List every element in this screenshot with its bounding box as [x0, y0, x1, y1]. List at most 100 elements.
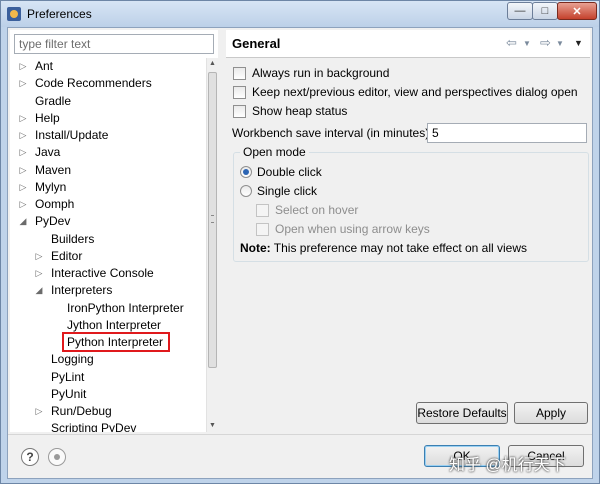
show-heap-checkbox[interactable]: [233, 105, 246, 118]
tree-scrollbar[interactable]: ▲ ▼: [206, 58, 218, 432]
tree-item-label: Install/Update: [35, 128, 109, 142]
maximize-button[interactable]: □: [532, 2, 558, 20]
window-title: Preferences: [27, 7, 92, 21]
tree-item-python-interpreter[interactable]: Python Interpreter: [10, 332, 206, 352]
tree-item-label: Logging: [51, 352, 94, 367]
collapsed-arrow-icon[interactable]: ▷: [18, 75, 28, 92]
collapsed-arrow-icon[interactable]: ▷: [18, 144, 28, 161]
scroll-down-icon[interactable]: ▼: [207, 420, 218, 432]
collapsed-arrow-icon[interactable]: ▷: [18, 196, 28, 213]
open-mode-note: Note: This preference may not take effec…: [240, 241, 527, 255]
watermark: 知乎 @机行天下: [449, 457, 566, 474]
highlight-box: [62, 332, 170, 352]
tree-item-pylint[interactable]: PyLint: [10, 369, 206, 386]
note-label: Note:: [240, 241, 271, 255]
preference-tree-pane: ▷ Ant ▷ Code Recommenders Gradle ▷ Help ▷ Instal…: [10, 30, 218, 432]
tree-item-oomph[interactable]: ▷ Oomph: [10, 196, 206, 213]
always-run-background-label: Always run in background: [252, 66, 390, 80]
tree-item-interactive-console[interactable]: ▷ Interactive Console: [10, 265, 206, 282]
collapsed-arrow-icon[interactable]: ▷: [34, 265, 44, 282]
select-on-hover-label: Select on hover: [275, 203, 359, 217]
tree-item-ant[interactable]: ▷ Ant: [10, 58, 206, 75]
close-icon: ✕: [572, 5, 582, 18]
title-bar[interactable]: Preferences — □ ✕: [1, 1, 599, 27]
preference-page: General ⇦ ▼ ⇨ ▼ ▼ Always run in backgrou…: [226, 30, 590, 432]
forward-dropdown-icon[interactable]: ▼: [556, 39, 564, 48]
tree-item-gradle[interactable]: Gradle: [10, 93, 206, 110]
save-interval-label: Workbench save interval (in minutes):: [232, 126, 433, 140]
save-interval-input[interactable]: [427, 123, 587, 143]
tree-item-label: Maven: [35, 162, 72, 177]
tree-item-interpreters[interactable]: ◢ Interpreters: [10, 282, 206, 299]
close-button[interactable]: ✕: [557, 2, 597, 20]
apply-button[interactable]: Apply: [514, 402, 588, 424]
collapsed-arrow-icon[interactable]: ▷: [18, 162, 28, 179]
tree-item-label: Interactive Console: [51, 266, 154, 280]
preferences-window: Preferences — □ ✕ ▷ Ant ▷ Code Recommenders…: [0, 0, 600, 484]
page-title: General: [232, 36, 281, 51]
note-text: This preference may not take effect on a…: [270, 241, 528, 255]
expanded-arrow-icon[interactable]: ◢: [34, 282, 44, 299]
tree-item-ironpython-interpreter[interactable]: IronPython Interpreter: [10, 300, 206, 317]
tree-item-logging[interactable]: Logging: [10, 351, 206, 368]
minimize-button[interactable]: —: [507, 2, 533, 20]
open-arrow-keys-label: Open when using arrow keys: [275, 222, 430, 236]
select-on-hover-checkbox: [256, 204, 269, 217]
tree-item-label: Ant: [35, 59, 54, 73]
collapsed-arrow-icon[interactable]: ▷: [34, 248, 44, 265]
tree-item-label: PyDev: [35, 214, 71, 229]
tree-item-builders[interactable]: Builders: [10, 231, 206, 248]
minimize-icon: —: [514, 5, 526, 17]
tree-item-code-recommenders[interactable]: ▷ Code Recommenders: [10, 75, 206, 92]
double-click-radio[interactable]: [240, 166, 252, 178]
keep-next-prev-label: Keep next/previous editor, view and pers…: [252, 85, 578, 99]
tree-item-scripting-pydev[interactable]: Scripting PyDev: [10, 420, 206, 432]
scroll-thumb[interactable]: [208, 72, 217, 368]
collapsed-arrow-icon[interactable]: ▷: [18, 127, 28, 144]
preference-tree: ▷ Ant ▷ Code Recommenders Gradle ▷ Help ▷ Instal…: [10, 58, 206, 432]
help-icon[interactable]: ?: [21, 448, 39, 466]
import-export-icon[interactable]: [48, 448, 66, 466]
tree-item-java[interactable]: ▷ Java: [10, 144, 206, 161]
tree-item-run-debug[interactable]: ▷ Run/Debug: [10, 403, 206, 420]
view-menu-icon[interactable]: ▼: [574, 38, 583, 48]
dialog-body: ▷ Ant ▷ Code Recommenders Gradle ▷ Help ▷ Instal…: [7, 27, 593, 479]
single-click-radio[interactable]: [240, 185, 252, 197]
open-mode-group: Open mode Double click Single click Sele…: [233, 145, 589, 262]
tree-item-label: PyUnit: [51, 386, 87, 401]
restore-defaults-button[interactable]: Restore Defaults: [416, 402, 508, 424]
always-run-background-checkbox[interactable]: [233, 67, 246, 80]
tree-item-mylyn[interactable]: ▷ Mylyn: [10, 179, 206, 196]
tree-item-label: Editor: [51, 248, 83, 263]
expanded-arrow-icon[interactable]: ◢: [18, 213, 28, 230]
eclipse-icon: [7, 7, 21, 21]
back-arrow-icon[interactable]: ⇦: [506, 35, 517, 51]
tree-item-label: Scripting PyDev: [51, 421, 137, 432]
tree-item-help[interactable]: ▷ Help: [10, 110, 206, 127]
filter-input[interactable]: [14, 34, 214, 54]
collapsed-arrow-icon[interactable]: ▷: [18, 179, 28, 196]
open-arrow-keys-checkbox: [256, 223, 269, 236]
tree-item-label: Java: [35, 145, 61, 160]
keep-next-prev-checkbox[interactable]: [233, 86, 246, 99]
tree-item-label: Mylyn: [35, 179, 67, 194]
maximize-icon: □: [541, 5, 549, 17]
show-heap-label: Show heap status: [252, 104, 348, 118]
tree-item-label: Oomph: [35, 197, 75, 211]
tree-item-label: Builders: [51, 231, 95, 246]
tree-item-maven[interactable]: ▷ Maven: [10, 162, 206, 179]
open-mode-legend: Open mode: [240, 145, 309, 159]
tree-item-install-update[interactable]: ▷ Install/Update: [10, 127, 206, 144]
tree-item-pydev[interactable]: ◢ PyDev: [10, 213, 206, 230]
tree-item-label: Help: [35, 110, 60, 125]
back-dropdown-icon[interactable]: ▼: [523, 39, 531, 48]
forward-arrow-icon[interactable]: ⇨: [540, 35, 551, 51]
tree-item-label: Gradle: [35, 93, 72, 108]
collapsed-arrow-icon[interactable]: ▷: [34, 403, 44, 420]
collapsed-arrow-icon[interactable]: ▷: [18, 58, 28, 75]
scroll-up-icon[interactable]: ▲: [207, 58, 218, 70]
tree-item-label: Run/Debug: [51, 404, 112, 418]
collapsed-arrow-icon[interactable]: ▷: [18, 110, 28, 127]
tree-item-pyunit[interactable]: PyUnit: [10, 386, 206, 403]
tree-item-editor[interactable]: ▷ Editor: [10, 248, 206, 265]
